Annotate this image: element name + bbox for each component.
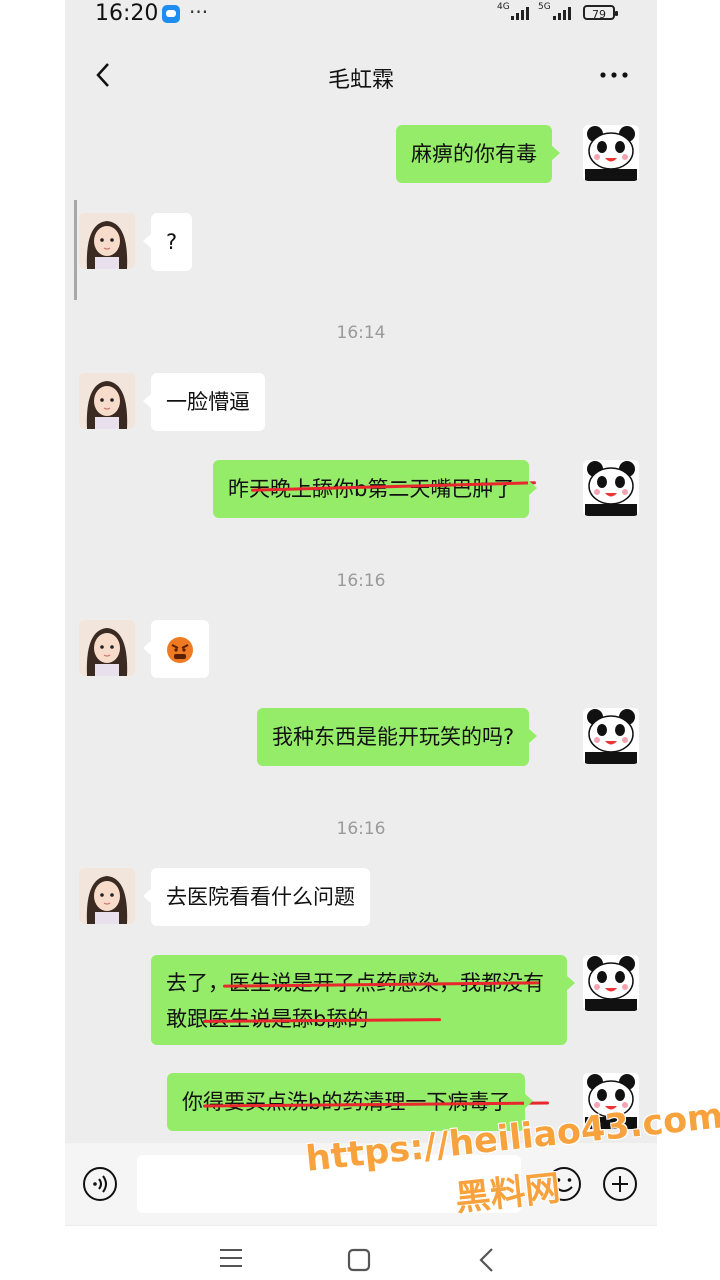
message-text: ?: [166, 230, 178, 254]
message-text: 我种东西是能开玩笑的吗?: [272, 725, 515, 749]
home-icon[interactable]: [347, 1248, 371, 1272]
plus-icon[interactable]: [602, 1166, 638, 1202]
left-margin: [0, 0, 65, 1280]
voice-icon[interactable]: [82, 1166, 118, 1202]
message-bubble-self[interactable]: 去了，医生说是开了点药感染，我都没有敢跟医生说是舔b舔的: [151, 955, 575, 1045]
message-app-icon: [162, 5, 180, 23]
status-time: 16:20: [95, 1, 159, 26]
message-text: 去医院看看什么问题: [166, 885, 355, 909]
chat-header: 毛虹霖: [65, 40, 657, 112]
girl-avatar[interactable]: [79, 213, 135, 269]
status-bar: 16:20 ··· 4G 5G 79: [65, 0, 657, 32]
network-4g-label: 4G: [497, 2, 510, 12]
message-bubble-self[interactable]: 昨天晚上舔你b第二天嘴巴肿了: [213, 460, 538, 518]
panda-avatar[interactable]: [583, 125, 639, 181]
more-icon[interactable]: [597, 60, 631, 90]
phone-screen: 16:20 ··· 4G 5G 79 毛虹霖 麻痹的你有毒 ? 16:14 一脸…: [65, 0, 657, 1280]
timestamp: 16:16: [336, 571, 386, 591]
timestamp: 16:14: [336, 323, 386, 343]
battery-icon: 79: [583, 5, 618, 21]
watermark-name: 黑料网: [453, 1168, 563, 1220]
chat-title: 毛虹霖: [327, 68, 394, 93]
status-dots: ···: [189, 0, 209, 24]
nav-back-icon[interactable]: [477, 1247, 497, 1273]
message-text: 麻痹的你有毒: [411, 142, 537, 166]
angry-emoji-icon: [167, 637, 193, 663]
right-margin: [657, 0, 720, 1280]
message-text: 一脸懵逼: [166, 390, 250, 414]
menu-icon[interactable]: [219, 1248, 243, 1268]
network-5g-label: 5G: [538, 2, 551, 12]
panda-avatar[interactable]: [583, 955, 639, 1011]
message-bubble-self[interactable]: 我种东西是能开玩笑的吗?: [257, 708, 538, 766]
system-navigation-bar: [65, 1226, 657, 1280]
scroll-indicator[interactable]: [74, 200, 77, 300]
message-bubble-self[interactable]: 麻痹的你有毒: [396, 125, 560, 183]
girl-avatar[interactable]: [79, 620, 135, 676]
signal-4g-icon: [511, 6, 529, 20]
message-bubble-other[interactable]: [143, 620, 209, 678]
panda-avatar[interactable]: [583, 708, 639, 764]
signal-5g-icon: [553, 6, 571, 20]
timestamp: 16:16: [336, 819, 386, 839]
message-bubble-other[interactable]: 一脸懵逼: [143, 373, 265, 431]
girl-avatar[interactable]: [79, 373, 135, 429]
girl-avatar[interactable]: [79, 868, 135, 924]
message-bubble-other[interactable]: 去医院看看什么问题: [143, 868, 370, 926]
panda-avatar[interactable]: [583, 460, 639, 516]
message-bubble-other[interactable]: ?: [142, 213, 193, 271]
